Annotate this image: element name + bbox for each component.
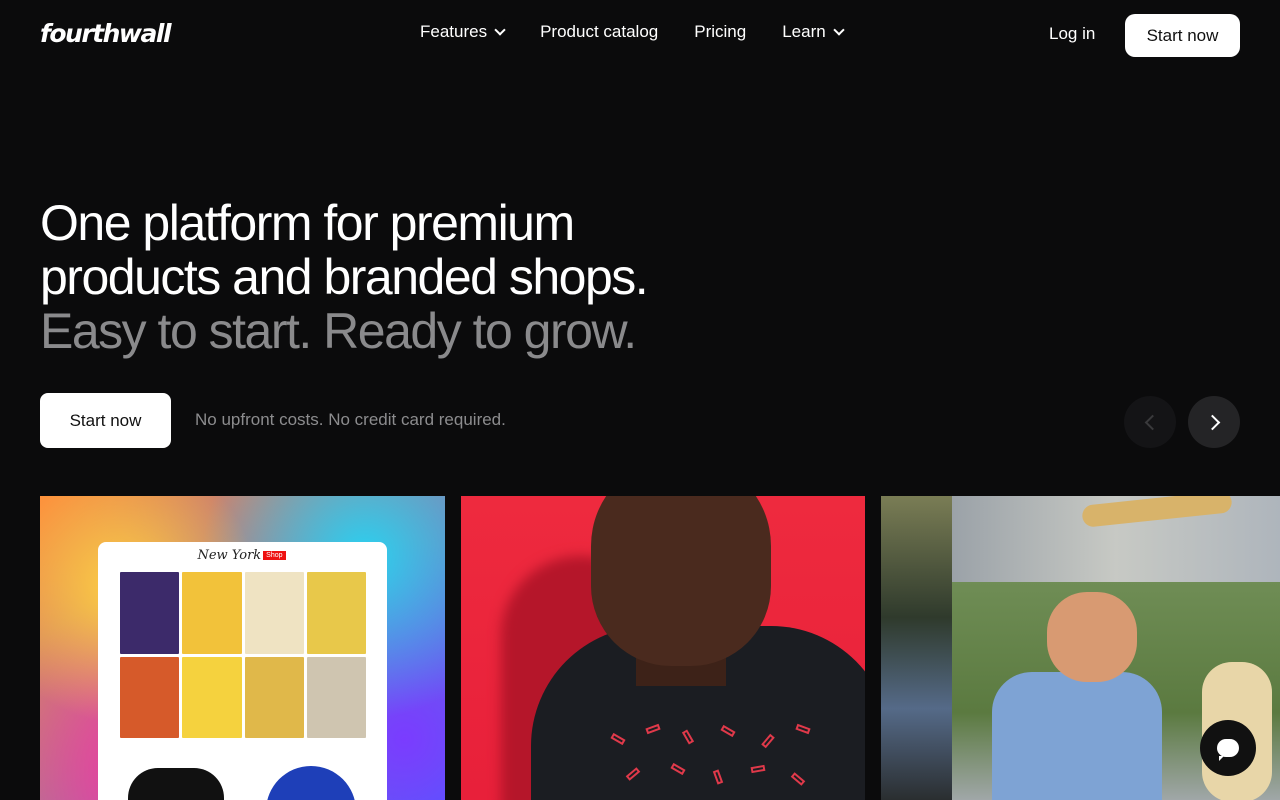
- nav-pricing-label: Pricing: [694, 22, 747, 41]
- magazine-cover: [182, 656, 242, 738]
- login-link[interactable]: Log in: [1049, 24, 1095, 44]
- tshirt-print: [601, 723, 821, 796]
- nav-pricing[interactable]: Pricing: [694, 22, 746, 42]
- shop-mockup: New York Shop: [98, 542, 387, 800]
- carousel-prev-button[interactable]: [1124, 396, 1176, 448]
- magazine-cover: [306, 656, 366, 738]
- skater-jeans: [992, 672, 1162, 800]
- magazine-cover: [182, 572, 242, 654]
- magazine-cover: [120, 572, 180, 654]
- chevron-right-icon: [1204, 414, 1220, 430]
- shop-preview-card: New York Shop: [40, 496, 445, 800]
- product-tshirt: [128, 768, 224, 800]
- skateboard-photo: [952, 496, 1280, 582]
- magazine-cover: [244, 572, 304, 654]
- magazine-cover: [120, 656, 180, 738]
- skateboard: [1081, 496, 1233, 528]
- skater-shirt: [1047, 592, 1137, 682]
- hero-line-2: products and branded shops.: [40, 249, 649, 305]
- tshirt-model-card: [461, 496, 865, 800]
- shop-tag: Shop: [263, 550, 286, 560]
- nav-learn-label: Learn: [782, 22, 826, 41]
- nav-links: Features Product catalog Pricing Learn: [420, 22, 845, 42]
- chevron-down-icon: [494, 23, 506, 36]
- nav-features[interactable]: Features: [420, 22, 506, 42]
- magazine-grid: [120, 572, 366, 738]
- top-nav: fourthwall Features Product catalog Pric…: [0, 0, 1280, 70]
- nav-learn[interactable]: Learn: [782, 22, 845, 42]
- chevron-left-icon: [1144, 414, 1160, 430]
- chevron-down-icon: [833, 23, 845, 36]
- hero-line-3: Easy to start. Ready to grow.: [40, 303, 637, 359]
- shop-header: New York Shop: [98, 542, 387, 568]
- hero-line-1: One platform for premium: [40, 195, 575, 251]
- nav-start-now-button[interactable]: Start now: [1125, 14, 1240, 57]
- magazine-cover: [244, 656, 304, 738]
- product-cap: [266, 766, 356, 800]
- nav-features-label: Features: [420, 22, 488, 41]
- hero-start-now-button[interactable]: Start now: [40, 393, 171, 448]
- nav-product-catalog[interactable]: Product catalog: [540, 22, 658, 42]
- head: [591, 496, 771, 666]
- chat-button[interactable]: [1200, 720, 1256, 776]
- nav-product-catalog-label: Product catalog: [540, 22, 659, 41]
- hero-note: No upfront costs. No credit card require…: [195, 410, 506, 429]
- fourthwall-logo[interactable]: fourthwall: [40, 19, 172, 48]
- shop-brand-logo: New York: [197, 547, 262, 563]
- carousel-next-button[interactable]: [1188, 396, 1240, 448]
- magazine-cover: [306, 572, 366, 654]
- chat-bubble-icon: [1217, 739, 1239, 757]
- hero-heading: One platform for premium products and br…: [40, 196, 940, 358]
- photo-strip: [881, 496, 952, 800]
